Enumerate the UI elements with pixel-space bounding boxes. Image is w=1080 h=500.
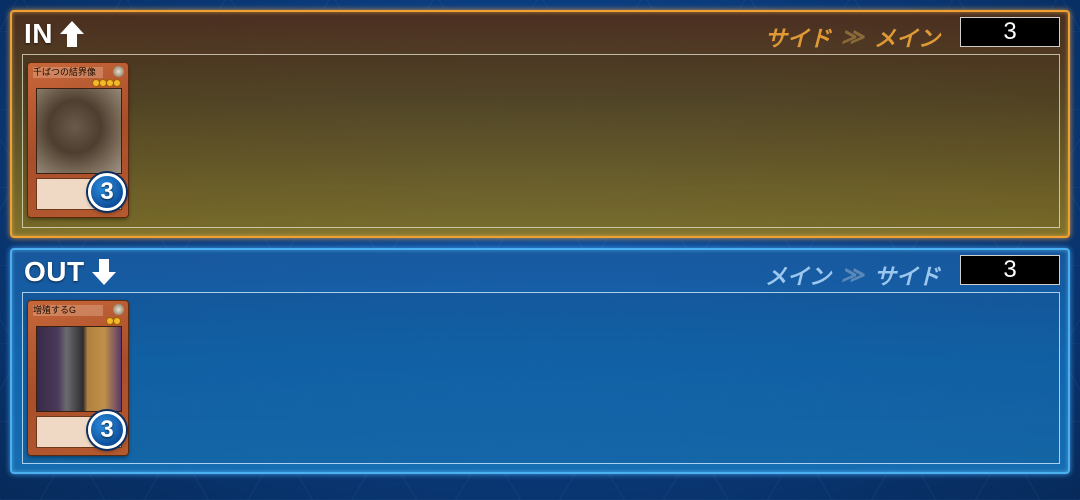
in-card-name: 千ばつの結界像	[33, 67, 103, 78]
in-card-quantity-badge: 3	[88, 173, 126, 211]
card-attribute-icon	[113, 304, 124, 315]
card-level-stars	[93, 80, 120, 86]
out-title-label: OUT	[24, 256, 85, 287]
out-card-quantity-badge: 3	[88, 411, 126, 449]
out-card-area: 増殖するG 3	[22, 292, 1060, 464]
out-card-name: 増殖するG	[33, 305, 103, 316]
level-star-icon	[107, 80, 113, 86]
arrow-up-icon	[60, 21, 84, 47]
card-attribute-icon	[113, 66, 124, 77]
out-card-artwork	[36, 326, 122, 412]
in-route-to: メイン	[873, 26, 940, 51]
level-star-icon	[107, 318, 113, 324]
in-card-area: 千ばつの結界像 3	[22, 54, 1060, 228]
in-route-label: サイド ≫ メイン	[765, 21, 940, 53]
out-route-separator: ≫	[840, 262, 864, 287]
out-route-to: サイド	[873, 264, 940, 289]
out-panel-title: OUT	[24, 256, 117, 288]
in-route-separator: ≫	[840, 24, 864, 49]
level-star-icon	[93, 80, 99, 86]
out-card[interactable]: 増殖するG 3	[28, 301, 128, 455]
in-title-label: IN	[24, 18, 53, 49]
in-panel-title: IN	[24, 18, 85, 50]
arrow-down-icon	[91, 259, 116, 285]
level-star-icon	[114, 80, 120, 86]
level-star-icon	[100, 80, 106, 86]
in-count-box: 3	[960, 17, 1060, 47]
out-panel: OUT メイン ≫ サイド 3 増殖するG 3	[10, 248, 1070, 474]
in-panel: IN サイド ≫ メイン 3 千ばつの結界像 3	[10, 10, 1070, 238]
in-route-from: サイド	[764, 26, 831, 51]
level-star-icon	[114, 318, 120, 324]
in-card[interactable]: 千ばつの結界像 3	[28, 63, 128, 217]
out-route-label: メイン ≫ サイド	[765, 259, 940, 291]
out-count-box: 3	[960, 255, 1060, 285]
in-card-artwork	[36, 88, 122, 174]
card-level-stars	[107, 318, 120, 324]
out-route-from: メイン	[764, 264, 831, 289]
